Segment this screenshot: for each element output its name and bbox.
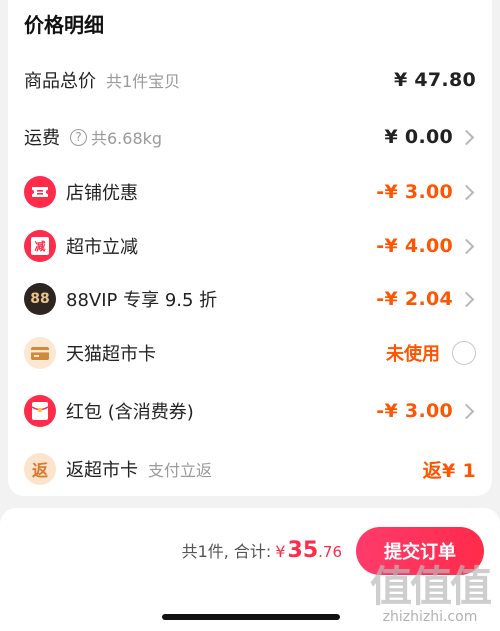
home-indicator[interactable] [162,614,340,620]
reduce-icon: 减 [24,230,56,262]
tmall-card-row[interactable]: 天猫超市卡 未使用 [24,333,476,373]
total-decimal: .76 [318,543,342,561]
red-envelope-row[interactable]: 红包 (含消费券) -¥ 3.00 [24,391,476,431]
shipping-weight: 共6.68kg [91,129,163,148]
cashback-card-label: 返超市卡 [66,460,138,481]
supermarket-reduce-row[interactable]: 减 超市立减 -¥ 4.00 [24,226,476,266]
total-integer: 35 [287,538,319,563]
red-envelope-label: 红包 (含消费券) [66,402,194,423]
reduce-icon-text: 减 [31,237,49,255]
return-icon: 返 [24,453,56,485]
question-circle-icon[interactable]: ? [70,128,87,146]
shipping-label: 运费 [24,128,60,149]
ticket-icon [24,176,56,208]
vip88-value: -¥ 2.04 [376,288,453,310]
cashback-card-sub: 支付立返 [148,461,213,480]
tmall-card-label: 天猫超市卡 [66,344,156,365]
chevron-right-icon [458,238,475,254]
supermarket-reduce-value: -¥ 4.00 [376,235,453,257]
shop-discount-label: 店铺优惠 [66,183,138,204]
watermark-logo: 值值值 [369,562,492,611]
supermarket-reduce-label: 超市立减 [66,237,138,258]
shop-discount-value: -¥ 3.00 [376,181,453,203]
total-label: 共1件, 合计: [181,542,272,561]
order-total: 共1件, 合计: ¥ 35 .76 [182,538,342,563]
checkout-bar: 共1件, 合计: ¥ 35 .76 提交订单 值值值 zhizhizhi.com [0,508,500,631]
card-icon [24,337,56,369]
chevron-right-icon [458,291,475,307]
red-envelope-value: -¥ 3.00 [376,400,453,422]
goods-total-row: 商品总价 共1件宝贝 ¥ 47.80 [24,60,476,100]
tmall-card-radio[interactable] [452,341,476,365]
watermark-url: zhizhizhi.com [382,609,478,625]
vip88-row[interactable]: 88 88VIP 专享 9.5 折 -¥ 2.04 [24,279,476,319]
page-title: 价格明细 [24,13,104,37]
goods-count: 共1件宝贝 [106,72,181,91]
goods-total-value: ¥ 47.80 [393,69,476,91]
watermark: 值值值 zhizhizhi.com [369,562,492,626]
shipping-value: ¥ 0.00 [384,126,453,148]
shipping-row[interactable]: 运费 ? 共6.68kg ¥ 0.00 [24,117,476,157]
price-detail-card: 价格明细 商品总价 共1件宝贝 ¥ 47.80 运费 ? 共6.68kg ¥ 0… [8,0,492,496]
red-envelope-icon [24,395,56,427]
tmall-card-status: 未使用 [386,344,440,365]
cashback-card-value: 返¥ 1 [422,459,476,482]
goods-total-label: 商品总价 [24,71,96,92]
total-currency: ¥ [275,542,286,561]
shop-discount-row[interactable]: 店铺优惠 -¥ 3.00 [24,172,476,212]
chevron-right-icon [458,129,475,145]
vip88-label: 88VIP 专享 9.5 折 [66,290,218,311]
vip88-icon: 88 [24,283,56,315]
cashback-card-row: 返 返超市卡 支付立返 返¥ 1 [24,449,476,489]
chevron-right-icon [458,184,475,200]
chevron-right-icon [458,403,475,419]
